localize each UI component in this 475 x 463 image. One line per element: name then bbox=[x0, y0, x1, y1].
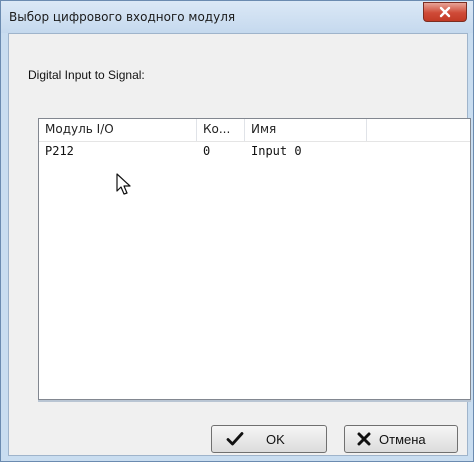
table-row[interactable]: P212 0 Input 0 bbox=[39, 142, 470, 162]
list-bottom-edge bbox=[38, 400, 471, 402]
title-bar[interactable]: Выбор цифрового входного модуля bbox=[1, 1, 473, 33]
list-header: Модуль I/O Ко... Имя bbox=[39, 119, 470, 142]
ok-button[interactable]: OK bbox=[211, 425, 327, 453]
column-header-module-label: Модуль I/O bbox=[45, 122, 114, 136]
section-label: Digital Input to Signal: bbox=[28, 68, 145, 82]
cancel-button-label: Отмена bbox=[379, 431, 426, 447]
column-header-name[interactable]: Имя bbox=[245, 119, 367, 141]
column-header-channel[interactable]: Ко... bbox=[197, 119, 245, 141]
cell-channel: 0 bbox=[203, 144, 211, 158]
mouse-pointer-icon bbox=[116, 173, 131, 195]
dialog-window: Выбор цифрового входного модуля Digital … bbox=[0, 0, 474, 462]
column-header-module[interactable]: Модуль I/O bbox=[39, 119, 197, 141]
column-header-channel-label: Ко... bbox=[203, 122, 231, 136]
column-header-name-label: Имя bbox=[251, 122, 277, 136]
cell-name: Input 0 bbox=[251, 144, 302, 158]
dialog-client-area: Digital Input to Signal: Модуль I/O Ко..… bbox=[8, 33, 471, 456]
close-icon bbox=[439, 6, 451, 18]
cell-module: P212 bbox=[45, 144, 74, 158]
window-title: Выбор цифрового входного модуля bbox=[9, 10, 236, 24]
cancel-button[interactable]: Отмена bbox=[344, 425, 458, 453]
cross-icon bbox=[357, 432, 371, 446]
checkmark-icon bbox=[226, 431, 244, 447]
close-button[interactable] bbox=[423, 2, 467, 22]
module-list[interactable]: Модуль I/O Ко... Имя P212 0 Input 0 bbox=[38, 118, 471, 402]
ok-button-label: OK bbox=[266, 431, 285, 447]
